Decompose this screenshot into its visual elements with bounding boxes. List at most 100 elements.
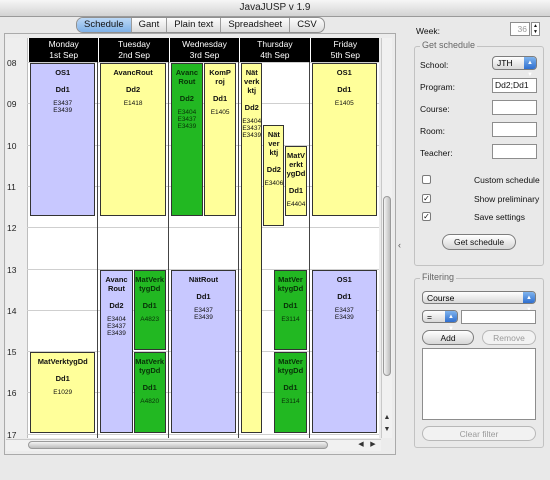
vertical-scroll-thumb[interactable] [383,196,391,376]
schedule-event[interactable]: KomP roj Dd1 E1405 [204,63,237,216]
schedule-event[interactable]: OS1 Dd1 E3437 E3439 [311,269,377,433]
hour-gridline [27,433,379,435]
horizontal-scrollbar[interactable]: ◀ ▶ [6,439,381,451]
event-rooms: E3404 E3437 E3439 [172,109,202,130]
event-room: E1418 [123,100,143,107]
custom-schedule-label: Custom schedule [474,175,540,185]
room-label: Room: [420,126,446,136]
day-separator [97,62,99,438]
filter-remove-button[interactable]: Remove [482,330,536,345]
filter-operator-select[interactable]: = ▲ ▼ [422,310,458,332]
day-date: 4th Sep [260,50,290,60]
event-title: MatVerk tygDd [135,357,165,376]
sidebar: Week: 36 ▲ ▼ Get schedule School: JTH ▲ ▼ … [414,18,544,458]
event-rooms: E3404 E3437 E3439 [101,316,131,337]
day-name: Wednesday [182,39,227,49]
filter-add-button[interactable]: Add [422,330,474,345]
hour-label: 15 [7,347,17,358]
save-settings-checkbox[interactable]: ✓ [422,212,431,221]
event-room: E3406 [264,179,284,187]
event-title: NätRout [188,274,219,284]
event-rooms: A4820 [135,398,165,405]
event-title: Nät verk ktj [244,68,260,95]
hour-label: 08 [7,58,17,68]
event-group: Dd1 [288,185,304,195]
hour-label: 17 [7,429,17,438]
get-schedule-title: Get schedule [420,40,478,50]
day-header: Wednesday 3rd Sep [168,38,240,62]
clear-filter-button[interactable]: Clear filter [422,426,536,441]
event-rooms: E1405 [205,109,235,116]
schedule-event[interactable]: MatVer ktygDd Dd1 E3114 [274,269,307,351]
filter-value-field[interactable] [461,310,536,324]
filter-field-value: Course [427,293,455,303]
hour-label: 12 [7,223,17,234]
event-title: OS1 [336,274,352,284]
week-label: Week: [416,26,440,36]
save-settings-label: Save settings [474,212,526,222]
event-rooms: E3114 [275,316,305,323]
schedule-event[interactable]: OS1 Dd1 E3437 E3439 [30,63,96,216]
event-group: Dd2 [244,103,259,112]
schedule-event[interactable]: NätRout Dd1 E3437 E3439 [170,269,237,433]
custom-schedule-checkbox[interactable] [422,175,431,184]
teacher-field[interactable] [492,144,537,159]
course-field[interactable] [492,100,537,115]
day-separator [238,62,240,438]
schedule-event[interactable]: Nät verk ktj Dd2 E3404 E3437 E3439 [241,63,263,433]
event-title: OS1 [336,68,352,77]
event-group: Dd1 [337,291,352,301]
schedule-event[interactable]: MatVerk tygDd Dd1 A4820 [133,352,166,433]
schedule-event[interactable]: MatVerk tygDd Dd1 A4823 [133,269,166,351]
tab-csv[interactable]: CSV [289,18,324,32]
event-title: KomP roj [209,68,231,86]
scroll-up-arrow-icon[interactable]: ▲ [382,414,392,421]
schedule-event[interactable]: Avanc Rout Dd2 E3404 E3437 E3439 [100,269,133,433]
tab-spreadsheet[interactable]: Spreadsheet [220,18,289,32]
show-preliminary-checkbox[interactable]: ✓ [422,194,431,203]
scroll-left-arrow-icon[interactable]: ◀ [356,440,366,448]
scroll-down-arrow-icon[interactable]: ▼ [382,426,392,433]
school-select[interactable]: JTH ▲ ▼ [492,56,537,78]
schedule-event[interactable]: MatVerktygDd Dd1 E1029 [30,352,96,433]
event-title: MatVer ktygDd [277,357,304,376]
schedule-event[interactable]: OS1 Dd1 E1405 [311,63,377,216]
week-stepper[interactable]: ▲ ▼ [531,22,540,36]
schedule-event[interactable]: Nät ver ktj Dd2 E3406 [263,124,285,227]
filter-list[interactable] [422,348,536,420]
tab-plain-text[interactable]: Plain text [166,18,220,32]
event-room: E3439 [242,132,262,139]
event-room: E3404 [107,315,126,323]
day-date: 1st Sep [49,50,79,60]
event-room: E1405 [334,100,354,107]
event-room: E3439 [107,329,126,337]
week-field[interactable]: 36 [510,22,530,36]
event-group: Dd1 [55,374,70,384]
tab-gant[interactable]: Gant [130,18,167,32]
event-group: Dd1 [142,300,157,310]
event-group: Dd1 [55,85,70,94]
event-room: E3437 [334,306,354,314]
room-field[interactable] [492,122,537,137]
vertical-scrollbar[interactable]: ▲ ▼ [381,38,392,438]
schedule-event[interactable]: MatV erkt ygDd Dd1 E4404 [285,145,307,216]
day-name: Thursday [257,39,293,49]
event-title: MatVerk tygDd [135,274,165,293]
event-room: E3404 [177,109,197,116]
tab-schedule[interactable]: Schedule [77,18,131,32]
event-group: Dd1 [196,291,211,301]
event-group: Dd1 [142,383,157,393]
schedule-event[interactable]: Avanc Rout Dd2 E3404 E3437 E3439 [170,63,203,216]
scroll-right-arrow-icon[interactable]: ▶ [368,440,378,448]
hour-label: 14 [7,305,17,316]
horizontal-scroll-thumb[interactable] [28,441,328,449]
collapse-panel-icon[interactable]: ‹ [398,240,401,250]
school-select-value: JTH [497,58,513,68]
program-field[interactable]: Dd2;Dd1 [492,78,537,93]
event-rooms: A4823 [135,316,165,323]
schedule-event[interactable]: MatVer ktygDd Dd1 E3114 [274,352,307,433]
teacher-label: Teacher: [420,148,453,158]
schedule-event[interactable]: AvancRout Dd2 E1418 [100,63,166,216]
filter-field-select[interactable]: Course ▲▼ [422,291,536,313]
get-schedule-button[interactable]: Get schedule [442,234,516,250]
